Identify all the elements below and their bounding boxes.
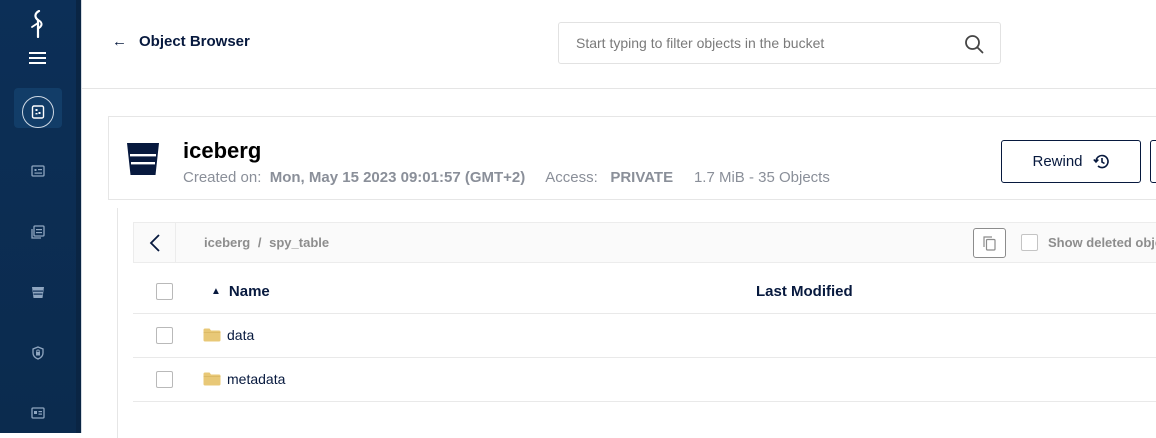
- show-deleted-label: Show deleted objects: [1048, 235, 1156, 250]
- sidebar-item-buckets[interactable]: [30, 284, 46, 300]
- search-icon[interactable]: [964, 34, 984, 54]
- folder-icon: [203, 372, 221, 386]
- column-header-name[interactable]: ▲ Name: [211, 283, 270, 300]
- top-bar: ← Object Browser: [82, 0, 1156, 89]
- table-row[interactable]: metadata: [133, 358, 1156, 402]
- documentation-icon: [31, 225, 45, 239]
- access-keys-icon: [32, 346, 44, 360]
- table-header: ▲ Name Last Modified: [133, 270, 1156, 314]
- breadcrumb-root[interactable]: iceberg: [204, 235, 250, 250]
- search-box: [558, 22, 1001, 64]
- chevron-left-icon: [149, 233, 160, 252]
- sidebar-item-object-browser[interactable]: [22, 96, 54, 128]
- column-header-last-modified[interactable]: Last Modified: [756, 283, 853, 300]
- table-row[interactable]: data: [133, 314, 1156, 358]
- bucket-name: iceberg: [183, 138, 262, 163]
- rewind-button[interactable]: Rewind: [1001, 140, 1141, 183]
- object-name-label: data: [227, 327, 255, 343]
- bucket-icon: [127, 143, 159, 175]
- row-checkbox[interactable]: [156, 327, 173, 344]
- license-icon: [31, 407, 45, 419]
- bucket-info-card: iceberg Created on: Mon, May 15 2023 09:…: [108, 116, 1156, 200]
- show-deleted-checkbox[interactable]: [1021, 234, 1038, 251]
- monitoring-icon: [31, 165, 45, 177]
- select-all-checkbox[interactable]: [156, 283, 173, 300]
- object-name[interactable]: data: [203, 327, 254, 343]
- created-label: Created on:: [183, 169, 262, 186]
- access-label: Access:: [545, 169, 598, 186]
- created-value: Mon, May 15 2023 09:01:57 (GMT+2): [269, 169, 526, 186]
- sidebar-item-access-keys[interactable]: [30, 345, 46, 361]
- menu-icon[interactable]: [29, 51, 46, 65]
- sidebar-item-documentation[interactable]: [30, 224, 46, 240]
- sidebar-item-license[interactable]: [30, 405, 46, 421]
- show-deleted-toggle[interactable]: Show deleted objects: [1021, 234, 1156, 251]
- breadcrumb-back-button[interactable]: [134, 223, 176, 262]
- bucket-meta: Created on: Mon, May 15 2023 09:01:57 (G…: [183, 169, 830, 186]
- column-name-label: Name: [228, 283, 270, 300]
- copy-icon: [983, 235, 996, 251]
- row-checkbox[interactable]: [156, 371, 173, 388]
- object-browser-icon: [31, 105, 45, 119]
- sidebar-item-monitoring[interactable]: [30, 163, 46, 179]
- page-title: Object Browser: [139, 33, 250, 50]
- sort-ascending-icon: ▲: [211, 286, 221, 297]
- buckets-icon: [32, 287, 44, 298]
- bucket-summary: 1.7 MiB - 35 Objects: [693, 169, 830, 186]
- back-arrow-icon: ←: [112, 33, 127, 50]
- back-to-object-browser-link[interactable]: ← Object Browser: [112, 33, 250, 50]
- breadcrumb-bar: iceberg / spy_table Show deleted objects: [133, 222, 1156, 263]
- access-value: PRIVATE: [610, 169, 674, 186]
- folder-icon: [203, 328, 221, 342]
- breadcrumb-separator: /: [257, 235, 262, 250]
- breadcrumb-current: spy_table: [269, 235, 330, 250]
- copy-path-button[interactable]: [973, 228, 1006, 258]
- history-icon: [1092, 154, 1109, 169]
- search-input[interactable]: [559, 23, 949, 63]
- object-name[interactable]: metadata: [203, 371, 285, 387]
- rewind-label: Rewind: [1032, 153, 1083, 170]
- object-name-label: metadata: [227, 371, 286, 387]
- breadcrumb: iceberg / spy_table: [204, 235, 329, 250]
- minio-logo-icon[interactable]: [28, 10, 48, 38]
- bucket-action-button[interactable]: [1150, 140, 1156, 183]
